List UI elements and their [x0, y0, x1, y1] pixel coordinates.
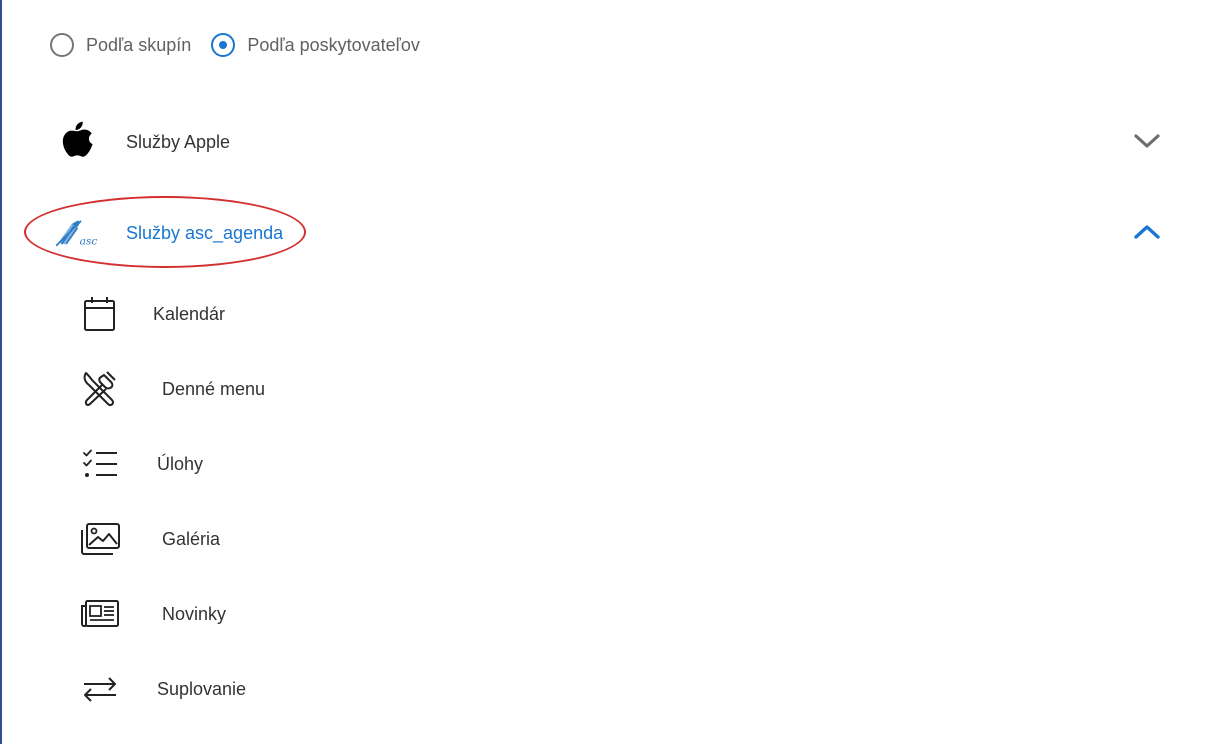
- view-mode-radio-group: Podľa skupín Podľa poskytovateľov: [50, 28, 440, 62]
- calendar-icon: [78, 294, 122, 334]
- newspaper-icon: [78, 594, 122, 634]
- service-label-tasks: Úlohy: [157, 454, 204, 474]
- service-item-daily-menu[interactable]: Denné menu: [2, 359, 1208, 419]
- radio-label-by-groups: Podľa skupín: [86, 34, 192, 55]
- service-item-tasks[interactable]: Úlohy: [2, 434, 1208, 494]
- provider-label-asc-agenda: Služby asc_agenda: [126, 223, 284, 243]
- radio-unchecked-icon[interactable]: [50, 33, 74, 57]
- chevron-up-icon[interactable]: [1130, 218, 1164, 246]
- asc-agenda-logo: asc: [54, 210, 100, 254]
- service-item-substitutions[interactable]: Suplovanie: [2, 659, 1208, 719]
- service-item-news[interactable]: Novinky: [2, 584, 1208, 644]
- service-label-news: Novinky: [162, 604, 227, 624]
- radio-by-groups[interactable]: Podľa skupín: [50, 33, 191, 57]
- gallery-icon: [78, 519, 122, 559]
- service-label-gallery: Galéria: [162, 529, 221, 549]
- radio-label-by-providers: Podľa poskytovateľov: [247, 34, 420, 55]
- radio-by-providers[interactable]: Podľa poskytovateľov: [211, 33, 420, 57]
- apple-logo: [54, 119, 100, 163]
- service-label-daily-menu: Denné menu: [162, 379, 266, 399]
- provider-row-apple[interactable]: Služby Apple: [2, 113, 1208, 169]
- asc-logo-text: asc: [80, 234, 98, 247]
- service-item-calendar[interactable]: Kalendár: [2, 284, 1208, 344]
- provider-services-panel: Podľa skupín Podľa poskytovateľov Služby…: [0, 0, 1208, 744]
- checklist-icon: [78, 444, 122, 484]
- provider-row-asc-agenda[interactable]: asc Služby asc_agenda: [2, 204, 1208, 260]
- utensils-icon: [78, 369, 122, 409]
- service-label-substitutions: Suplovanie: [157, 679, 247, 699]
- chevron-down-icon[interactable]: [1130, 127, 1164, 155]
- radio-checked-icon[interactable]: [211, 33, 236, 57]
- provider-label-apple: Služby Apple: [126, 132, 231, 152]
- swap-arrows-icon: [78, 669, 122, 709]
- service-label-calendar: Kalendár: [153, 304, 226, 324]
- service-item-gallery[interactable]: Galéria: [2, 509, 1208, 569]
